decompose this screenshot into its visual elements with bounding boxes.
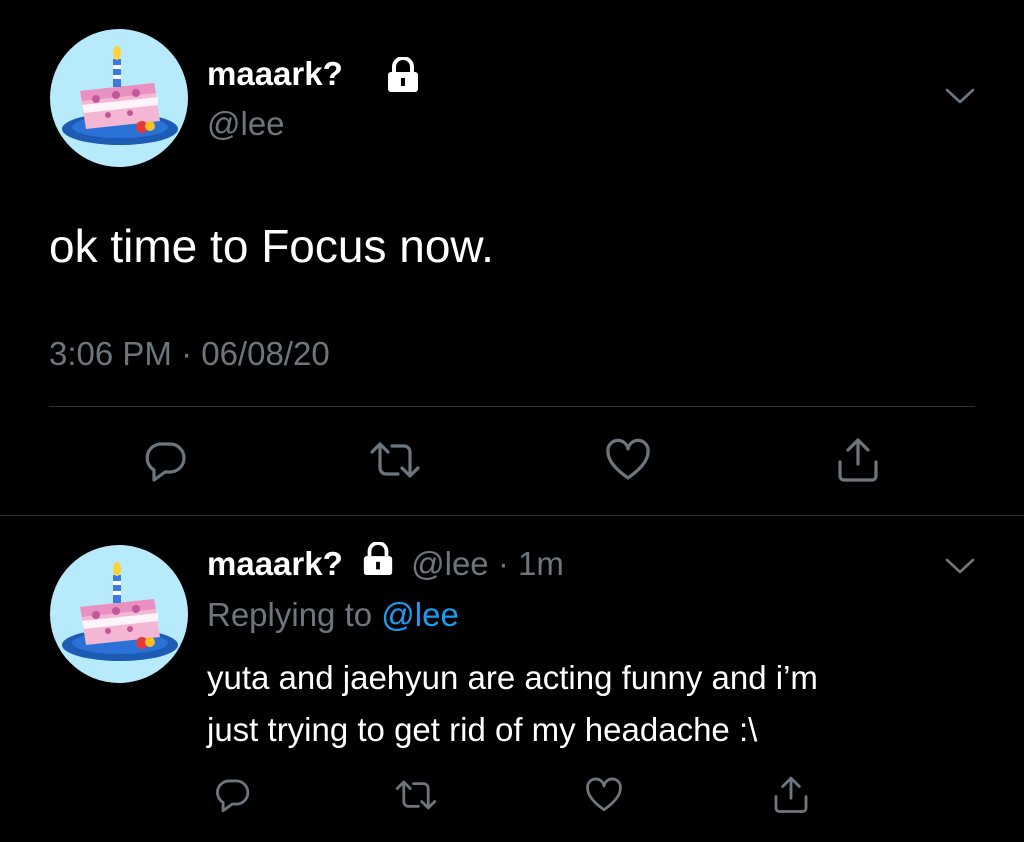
timestamp[interactable]: 3:06 PM · 06/08/20 — [49, 334, 330, 374]
like-icon[interactable] — [584, 777, 624, 813]
reply-icon[interactable] — [214, 776, 252, 814]
handle[interactable]: @lee — [207, 104, 285, 144]
cake-avatar-image — [62, 562, 178, 661]
chevron-down-icon[interactable] — [944, 556, 976, 576]
lock-icon — [384, 56, 422, 98]
reply-display-name[interactable]: maaark? — [207, 545, 343, 582]
meta-separator: · — [497, 545, 509, 582]
reply-header: maaark? @lee · 1m — [207, 540, 564, 588]
share-icon[interactable] — [771, 773, 811, 815]
display-name[interactable]: maaark? — [207, 54, 343, 94]
replying-to-handle-link[interactable]: @lee — [381, 596, 459, 633]
like-icon[interactable] — [604, 438, 652, 482]
reply-text-line-2: just trying to get rid of my headache :\ — [207, 711, 758, 748]
chevron-down-icon[interactable] — [944, 86, 976, 106]
divider — [49, 406, 975, 407]
reply-age[interactable]: 1m — [518, 545, 564, 582]
cake-avatar-image — [62, 46, 178, 145]
reply-icon[interactable] — [143, 438, 189, 484]
tweet-text: ok time to Focus now. — [49, 220, 494, 272]
section-divider — [0, 515, 1024, 516]
replying-to: Replying to @lee — [207, 595, 459, 635]
replying-to-label: Replying to — [207, 596, 373, 633]
reply-text-line-1: yuta and jaehyun are acting funny and i’… — [207, 659, 818, 696]
retweet-icon[interactable] — [368, 440, 422, 480]
lock-icon — [360, 540, 396, 585]
share-icon[interactable] — [834, 434, 882, 484]
retweet-icon[interactable] — [394, 778, 438, 812]
reply-handle[interactable]: @lee — [411, 545, 489, 582]
avatar[interactable] — [50, 29, 188, 167]
reply-avatar[interactable] — [50, 545, 188, 683]
